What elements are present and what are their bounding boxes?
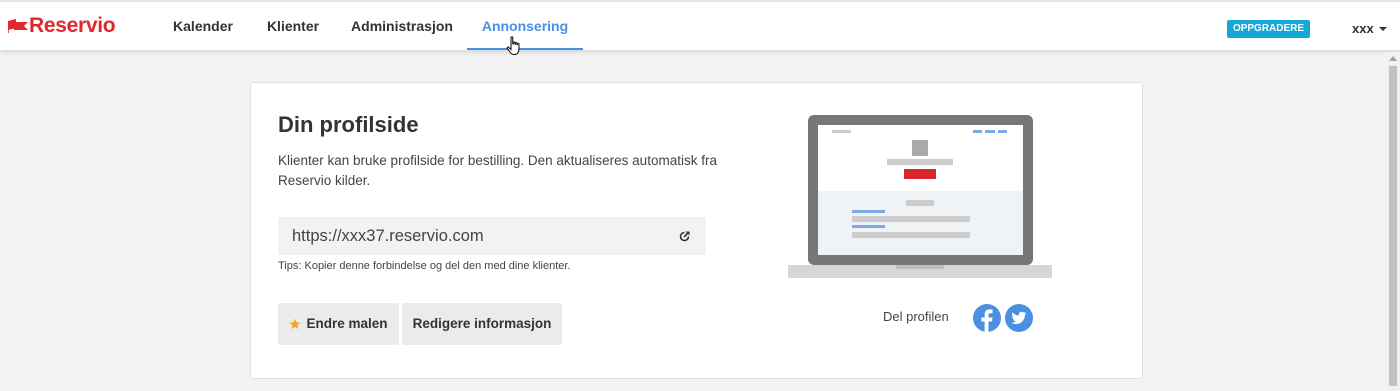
- top-navigation-bar: Reservio Kalender Klienter Administrasjo…: [0, 0, 1400, 50]
- user-menu[interactable]: xxx: [1352, 20, 1387, 38]
- profile-url-text: https://xxx37.reservio.com: [292, 227, 484, 245]
- nav-administrasjon[interactable]: Administrasjon: [346, 2, 458, 50]
- facebook-icon[interactable]: [973, 304, 1001, 332]
- reservio-logo[interactable]: Reservio: [8, 14, 116, 38]
- nav-annonsering[interactable]: Annonsering: [467, 2, 583, 50]
- upgrade-button[interactable]: OPPGRADERE: [1227, 20, 1310, 38]
- external-link-icon[interactable]: [679, 231, 690, 242]
- caret-down-icon: [1378, 27, 1387, 31]
- logo-text: Reservio: [29, 14, 116, 37]
- user-name: xxx: [1352, 21, 1374, 36]
- star-icon: [290, 318, 301, 329]
- laptop-preview-illustration: [788, 115, 1052, 278]
- change-template-label: Endre malen: [306, 316, 388, 331]
- profile-url-field[interactable]: https://xxx37.reservio.com: [278, 217, 706, 255]
- scrollbar-thumb[interactable]: [1389, 66, 1397, 386]
- flag-icon: [8, 19, 28, 33]
- hand-cursor-icon: [506, 36, 520, 56]
- tip-text: Tips: Kopier denne forbindelse og del de…: [278, 260, 571, 272]
- active-tab-indicator: [467, 48, 583, 50]
- scroll-up-arrow-icon[interactable]: [1389, 56, 1397, 61]
- nav-klienter[interactable]: Klienter: [258, 2, 328, 50]
- nav-kalender[interactable]: Kalender: [164, 2, 242, 50]
- change-template-button[interactable]: Endre malen: [278, 303, 399, 345]
- share-profile-label: Del profilen: [883, 309, 949, 324]
- twitter-icon[interactable]: [1005, 304, 1033, 332]
- edit-info-button[interactable]: Redigere informasjon: [402, 303, 562, 345]
- profile-description: Klienter kan bruke profilside for bestil…: [278, 153, 717, 188]
- page-title: Din profilside: [278, 112, 419, 137]
